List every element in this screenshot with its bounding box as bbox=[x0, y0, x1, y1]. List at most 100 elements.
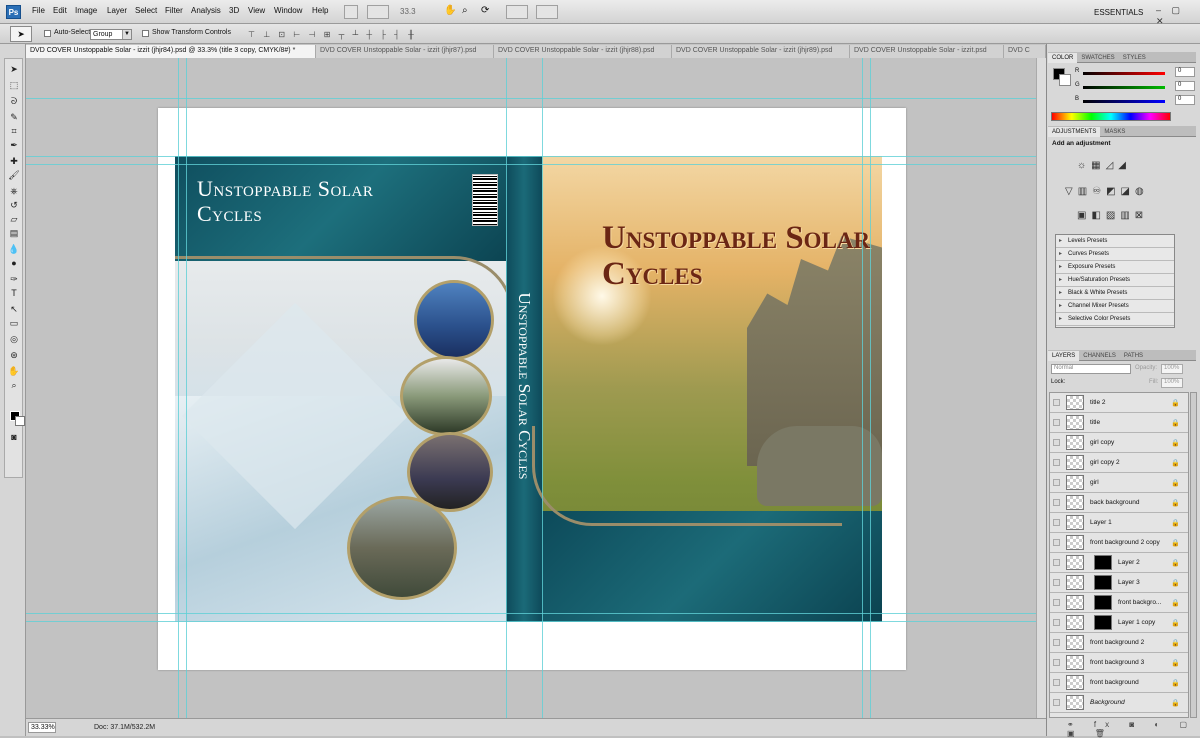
green-value-field[interactable]: 0 bbox=[1175, 81, 1195, 91]
tab-adjustments[interactable]: ADJUSTMENTS bbox=[1048, 127, 1101, 137]
show-transform-checkbox[interactable] bbox=[142, 30, 149, 37]
blend-mode-dropdown[interactable]: Normal bbox=[1051, 364, 1131, 374]
shape-tool-icon[interactable]: ▭ bbox=[7, 317, 21, 329]
guide-vertical[interactable] bbox=[542, 58, 543, 718]
menu-view[interactable]: View bbox=[248, 6, 265, 15]
adjustment-icons-row-3[interactable]: ▣◧▨▥⊠ bbox=[1077, 210, 1187, 221]
visibility-toggle-icon[interactable] bbox=[1053, 439, 1060, 446]
layer-row[interactable]: girl 🔒 bbox=[1050, 473, 1188, 493]
visibility-toggle-icon[interactable] bbox=[1053, 459, 1060, 466]
layer-row[interactable]: Layer 2 🔒 bbox=[1050, 553, 1188, 573]
menu-analysis[interactable]: Analysis bbox=[191, 6, 221, 15]
layer-row[interactable]: title 2 🔒 bbox=[1050, 393, 1188, 413]
tab-document-5[interactable]: DVD COVER Unstoppable Solar - izzit.psd bbox=[850, 45, 1004, 58]
pen-tool-icon[interactable]: ✑ bbox=[7, 273, 21, 285]
tab-swatches[interactable]: SWATCHES bbox=[1077, 53, 1118, 63]
preset-selective-color[interactable]: Selective Color Presets bbox=[1056, 313, 1174, 326]
layer-row[interactable]: front background 2 🔒 bbox=[1050, 633, 1188, 653]
menu-layer[interactable]: Layer bbox=[107, 6, 127, 15]
layer-row[interactable]: front background 3 🔒 bbox=[1050, 653, 1188, 673]
doc-size-info[interactable]: Doc: 37.1M/532.2M bbox=[94, 724, 155, 731]
screen-mode-icon[interactable] bbox=[536, 5, 558, 19]
path-selection-tool-icon[interactable]: ↖ bbox=[7, 303, 21, 315]
guide-horizontal[interactable] bbox=[26, 156, 1036, 157]
color-spectrum-ramp[interactable] bbox=[1051, 112, 1171, 121]
tab-masks[interactable]: MASKS bbox=[1100, 127, 1129, 137]
zoom-field[interactable]: 33.33% bbox=[28, 722, 56, 733]
layer-row[interactable]: Background 🔒 bbox=[1050, 693, 1188, 713]
layer-mask-thumbnail[interactable] bbox=[1094, 575, 1112, 590]
healing-brush-tool-icon[interactable]: ✚ bbox=[7, 155, 21, 167]
rotate-view-icon[interactable]: ⟳ bbox=[481, 5, 493, 19]
layer-row[interactable]: girl copy 2 🔒 bbox=[1050, 453, 1188, 473]
visibility-toggle-icon[interactable] bbox=[1053, 479, 1060, 486]
quick-mask-icon[interactable]: ◙ bbox=[7, 431, 21, 443]
history-brush-tool-icon[interactable]: ↺ bbox=[7, 199, 21, 211]
auto-select-checkbox[interactable] bbox=[44, 30, 51, 37]
visibility-toggle-icon[interactable] bbox=[1053, 539, 1060, 546]
adjustment-icons-row-1[interactable]: ☼▦◿◢ bbox=[1077, 160, 1187, 171]
layer-row[interactable]: Layer 1 copy 🔒 bbox=[1050, 613, 1188, 633]
tab-document-4[interactable]: DVD COVER Unstoppable Solar - izzit (jhj… bbox=[672, 45, 850, 58]
layer-mask-thumbnail[interactable] bbox=[1094, 595, 1112, 610]
eyedropper-tool-icon[interactable]: ✒ bbox=[7, 139, 21, 151]
menu-select[interactable]: Select bbox=[135, 6, 157, 15]
visibility-toggle-icon[interactable] bbox=[1053, 399, 1060, 406]
menu-help[interactable]: Help bbox=[312, 6, 328, 15]
layers-scrollbar[interactable] bbox=[1190, 392, 1197, 718]
layers-footer-icons[interactable]: ⚭ fx ◙ ◐ ▢ ▣ 🗑 bbox=[1067, 720, 1200, 738]
dodge-tool-icon[interactable]: ● bbox=[7, 257, 21, 269]
visibility-toggle-icon[interactable] bbox=[1053, 679, 1060, 686]
layer-row[interactable]: front backgro... 🔒 bbox=[1050, 593, 1188, 613]
marquee-tool-icon[interactable]: ⬚ bbox=[7, 79, 21, 91]
document-canvas[interactable]: Unstoppable Solar Cycles Unstoppable Sol… bbox=[26, 58, 1036, 718]
blur-tool-icon[interactable]: 💧 bbox=[7, 243, 21, 255]
crop-tool-icon[interactable]: ⌗ bbox=[7, 125, 21, 137]
preset-exposure[interactable]: Exposure Presets bbox=[1056, 261, 1174, 274]
menu-edit[interactable]: Edit bbox=[53, 6, 67, 15]
tab-paths[interactable]: PATHS bbox=[1120, 351, 1147, 361]
menu-image[interactable]: Image bbox=[75, 6, 97, 15]
layer-row[interactable]: Layer 1 🔒 bbox=[1050, 513, 1188, 533]
preset-black-white[interactable]: Black & White Presets bbox=[1056, 287, 1174, 300]
menu-filter[interactable]: Filter bbox=[165, 6, 183, 15]
visibility-toggle-icon[interactable] bbox=[1053, 519, 1060, 526]
visibility-toggle-icon[interactable] bbox=[1053, 699, 1060, 706]
visibility-toggle-icon[interactable] bbox=[1053, 639, 1060, 646]
arrange-documents-icon[interactable] bbox=[506, 5, 528, 19]
red-value-field[interactable]: 0 bbox=[1175, 67, 1195, 77]
guide-horizontal[interactable] bbox=[26, 613, 1036, 614]
gradient-tool-icon[interactable]: ▤ bbox=[7, 227, 21, 239]
fill-field[interactable]: 100% bbox=[1161, 378, 1183, 388]
zoom-level-select[interactable]: 33.3 bbox=[400, 7, 416, 16]
3d-orbit-tool-icon[interactable]: ⊛ bbox=[7, 349, 21, 361]
background-color-swatch[interactable] bbox=[15, 416, 25, 426]
quick-select-tool-icon[interactable]: ✎ bbox=[7, 111, 21, 123]
opacity-field[interactable]: 100% bbox=[1161, 364, 1183, 374]
clone-stamp-tool-icon[interactable]: ⎈ bbox=[7, 185, 21, 197]
preset-curves[interactable]: Curves Presets bbox=[1056, 248, 1174, 261]
visibility-toggle-icon[interactable] bbox=[1053, 659, 1060, 666]
lasso-tool-icon[interactable]: ᘐ bbox=[7, 95, 21, 107]
move-tool-icon[interactable]: ➤ bbox=[7, 63, 21, 75]
visibility-toggle-icon[interactable] bbox=[1053, 599, 1060, 606]
view-extras-icon[interactable] bbox=[367, 5, 389, 19]
menu-3d[interactable]: 3D bbox=[229, 6, 239, 15]
layer-mask-thumbnail[interactable] bbox=[1094, 615, 1112, 630]
tab-channels[interactable]: CHANNELS bbox=[1079, 351, 1120, 361]
layer-row[interactable]: title 🔒 bbox=[1050, 413, 1188, 433]
preset-levels[interactable]: Levels Presets bbox=[1056, 235, 1174, 248]
blue-value-field[interactable]: 0 bbox=[1175, 95, 1195, 105]
visibility-toggle-icon[interactable] bbox=[1053, 419, 1060, 426]
tab-document-2[interactable]: DVD COVER Unstoppable Solar - izzit (jhj… bbox=[316, 45, 494, 58]
move-tool-preset-icon[interactable]: ➤ bbox=[10, 26, 32, 42]
tab-layers[interactable]: LAYERS bbox=[1048, 351, 1080, 361]
layer-mask-thumbnail[interactable] bbox=[1094, 555, 1112, 570]
menu-window[interactable]: Window bbox=[274, 6, 302, 15]
guide-vertical[interactable] bbox=[862, 58, 863, 718]
menu-file[interactable]: File bbox=[32, 6, 45, 15]
green-slider[interactable] bbox=[1083, 86, 1165, 89]
color-background-swatch[interactable] bbox=[1059, 74, 1071, 86]
zoom-tool-icon[interactable]: ⌕ bbox=[462, 5, 474, 19]
layer-row[interactable]: Layer 3 🔒 bbox=[1050, 573, 1188, 593]
